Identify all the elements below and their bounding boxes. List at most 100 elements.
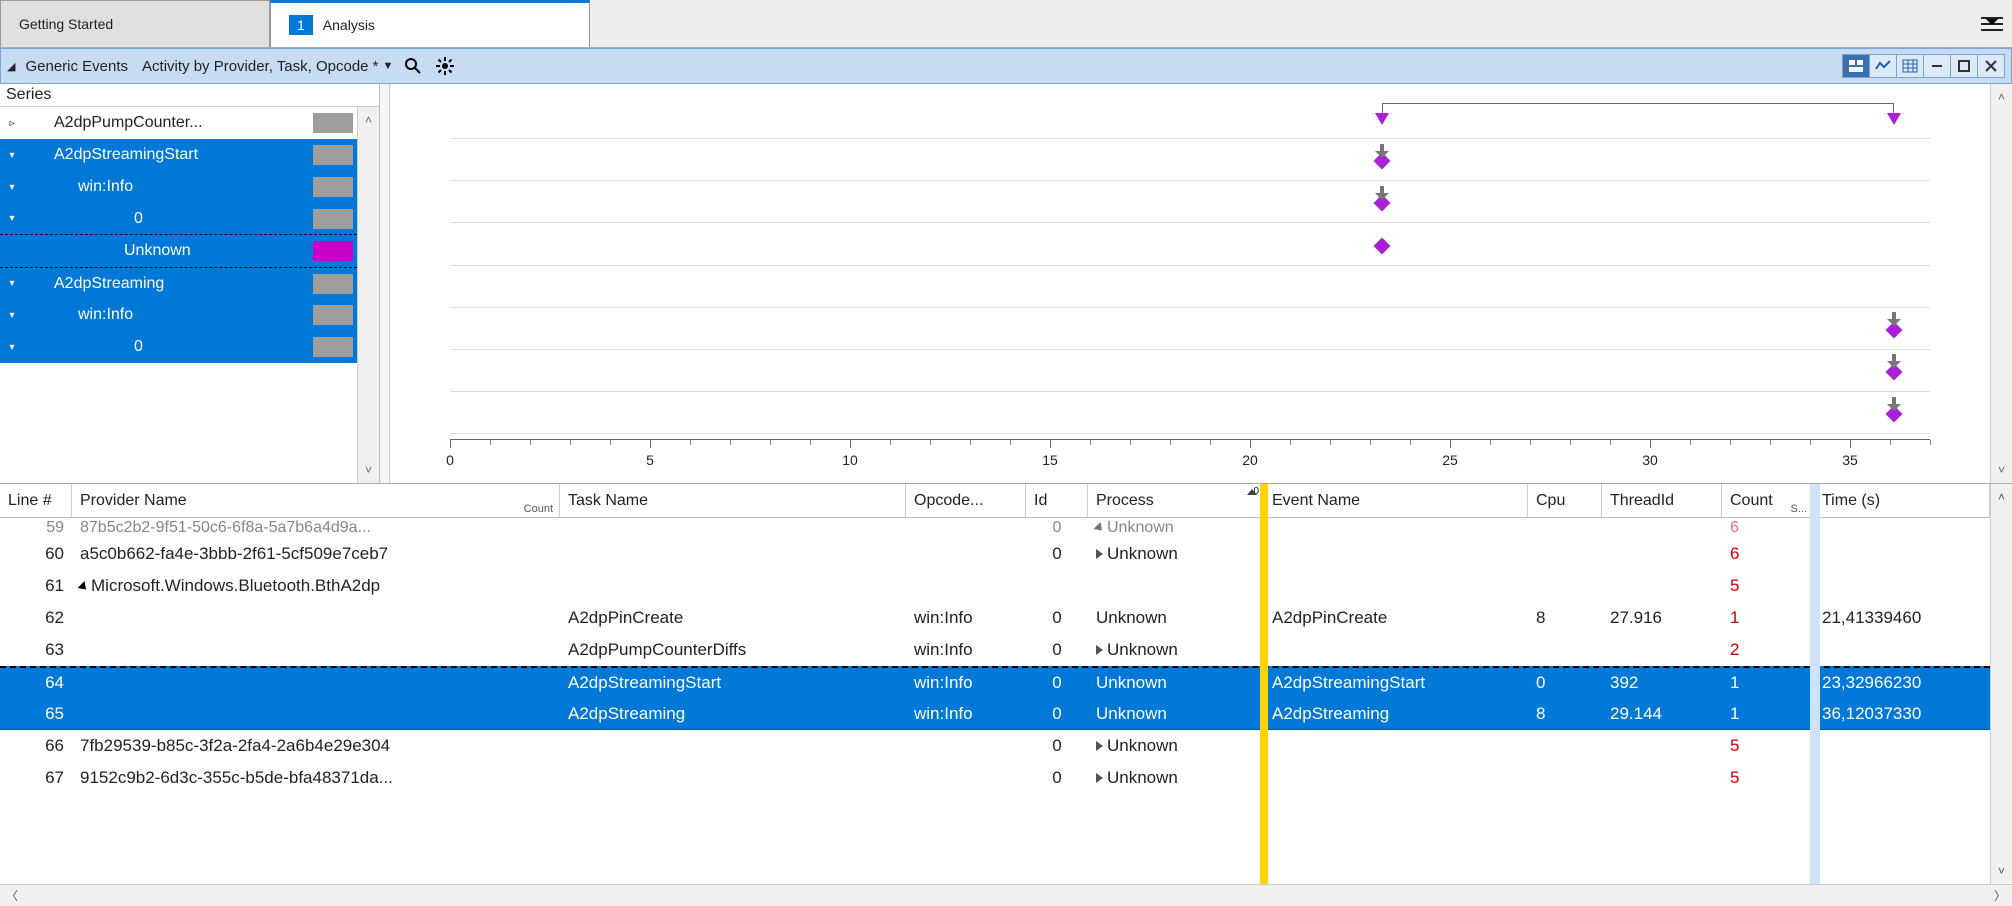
overflow-menu-icon[interactable] bbox=[1972, 0, 2012, 47]
table-row[interactable]: 679152c9b2-6d3c-355c-b5de-bfa48371da...0… bbox=[0, 762, 1990, 794]
x-tick-label: 0 bbox=[446, 452, 454, 468]
table-row[interactable]: 667fb29539-b85c-3f2a-2fa4-2a6b4e29e3040U… bbox=[0, 730, 1990, 762]
col-cpu[interactable]: Cpu bbox=[1528, 484, 1602, 517]
col-time[interactable]: Time (s) bbox=[1814, 484, 1990, 517]
col-task-name[interactable]: Task Name bbox=[560, 484, 906, 517]
expand-toggle-icon[interactable] bbox=[77, 581, 89, 593]
expand-toggle-icon[interactable] bbox=[1096, 741, 1103, 751]
gear-icon[interactable] bbox=[433, 54, 457, 78]
expand-toggle-icon[interactable]: ▾ bbox=[0, 278, 24, 289]
maximize-button[interactable] bbox=[1950, 54, 1978, 78]
collapse-toggle-icon[interactable]: ◢ bbox=[7, 60, 15, 73]
legend-row[interactable]: ▾0 bbox=[0, 331, 357, 363]
table-row[interactable]: 5987b5c2b2-9f51-50c6-6f8a-5a7b6a4d9a...0… bbox=[0, 518, 1990, 538]
cell-id: 0 bbox=[1026, 518, 1088, 538]
close-button[interactable] bbox=[1977, 54, 2005, 78]
col-event-name[interactable]: Event Name bbox=[1264, 484, 1528, 517]
legend-label: A2dpStreaming bbox=[24, 275, 313, 293]
table-row[interactable]: 64A2dpStreamingStartwin:Info0UnknownA2dp… bbox=[0, 666, 1990, 698]
cell-task: A2dpPinCreate bbox=[560, 606, 906, 630]
scroll-up-icon[interactable]: ˄ bbox=[1998, 490, 2005, 504]
legend-row[interactable]: ▹A2dpPumpCounter... bbox=[0, 107, 357, 139]
expand-toggle-icon[interactable]: ▾ bbox=[0, 182, 24, 193]
color-swatch bbox=[313, 145, 353, 165]
expand-toggle-icon[interactable]: ▾ bbox=[0, 310, 24, 321]
cell-count: 1 bbox=[1722, 702, 1814, 726]
table-row[interactable]: 61Microsoft.Windows.Bluetooth.BthA2dp5 bbox=[0, 570, 1990, 602]
cell-count: 5 bbox=[1722, 574, 1814, 598]
legend-row[interactable]: ▾A2dpStreaming bbox=[0, 267, 357, 299]
cell-id: 0 bbox=[1026, 638, 1088, 662]
scroll-down-icon[interactable]: ˅ bbox=[1998, 463, 2005, 477]
freeze-divider-gold[interactable] bbox=[1260, 484, 1268, 884]
expand-toggle-icon[interactable] bbox=[1096, 549, 1103, 559]
grid-body[interactable]: 5987b5c2b2-9f51-50c6-6f8a-5a7b6a4d9a...0… bbox=[0, 518, 1990, 794]
x-tick-label: 5 bbox=[646, 452, 654, 468]
expand-toggle-icon[interactable] bbox=[1093, 522, 1105, 534]
col-id[interactable]: Id bbox=[1026, 484, 1088, 517]
cell-task bbox=[560, 552, 906, 556]
timeline-chart[interactable]: 05101520253035 bbox=[390, 84, 1990, 483]
data-grid: Line # Provider NameCount Task Name Opco… bbox=[0, 484, 2012, 906]
cell-provider bbox=[72, 712, 560, 716]
col-line[interactable]: Line # bbox=[0, 484, 72, 517]
cell-opcode: win:Info bbox=[906, 702, 1026, 726]
tab-getting-started[interactable]: Getting Started bbox=[0, 0, 270, 47]
expand-toggle-icon[interactable]: ▾ bbox=[0, 150, 24, 161]
legend-row[interactable]: Unknown bbox=[0, 235, 357, 267]
scroll-down-icon[interactable]: ˅ bbox=[1998, 864, 2005, 878]
col-count[interactable]: CountS... bbox=[1722, 484, 1814, 517]
col-provider-name[interactable]: Provider NameCount bbox=[72, 484, 560, 517]
x-tick-label: 30 bbox=[1642, 452, 1658, 468]
cell-event bbox=[1264, 552, 1528, 556]
col-opcode[interactable]: Opcode... bbox=[906, 484, 1026, 517]
cell-time bbox=[1814, 526, 1990, 530]
scroll-right-icon[interactable]: 〉 bbox=[1994, 887, 2006, 904]
legend-row[interactable]: ▾0 bbox=[0, 203, 357, 235]
vertical-splitter[interactable] bbox=[380, 84, 390, 483]
legend-row[interactable]: ▾win:Info bbox=[0, 299, 357, 331]
table-row[interactable]: 65A2dpStreamingwin:Info0UnknownA2dpStrea… bbox=[0, 698, 1990, 730]
scroll-left-icon[interactable]: 〈 bbox=[6, 887, 18, 904]
expand-toggle-icon[interactable]: ▹ bbox=[0, 118, 24, 129]
expand-toggle-icon[interactable]: ▾ bbox=[0, 213, 24, 224]
legend-scrollbar[interactable]: ˄ ˅ bbox=[357, 107, 379, 483]
cell-process: Unknown bbox=[1088, 638, 1264, 663]
legend-row[interactable]: ▾A2dpStreamingStart bbox=[0, 139, 357, 171]
minimize-button[interactable] bbox=[1923, 54, 1951, 78]
scroll-down-icon[interactable]: ˅ bbox=[365, 463, 372, 477]
cell-line: 60 bbox=[0, 542, 72, 566]
col-process[interactable]: Process0 bbox=[1088, 484, 1264, 517]
expand-toggle-icon[interactable] bbox=[1096, 773, 1103, 783]
expand-toggle-icon[interactable]: ▾ bbox=[0, 342, 24, 353]
legend-row[interactable]: ▾win:Info bbox=[0, 171, 357, 203]
grid-vertical-scrollbar[interactable]: ˄ ˅ bbox=[1990, 484, 2012, 884]
upper-split: Series ▹A2dpPumpCounter...▾A2dpStreaming… bbox=[0, 84, 2012, 484]
table-row[interactable]: 63A2dpPumpCounterDiffswin:Info0Unknown2 bbox=[0, 634, 1990, 666]
cell-task bbox=[560, 584, 906, 588]
legend-list[interactable]: ▹A2dpPumpCounter...▾A2dpStreamingStart▾w… bbox=[0, 107, 357, 483]
cell-cpu bbox=[1528, 776, 1602, 780]
x-tick-label: 20 bbox=[1242, 452, 1258, 468]
table-row[interactable]: 60a5c0b662-fa4e-3bbb-2f61-5cf509e7ceb70U… bbox=[0, 538, 1990, 570]
expand-toggle-icon[interactable] bbox=[1096, 645, 1103, 655]
freeze-divider-blue[interactable] bbox=[1810, 484, 1820, 884]
view-table-and-chart-button[interactable] bbox=[1842, 54, 1870, 78]
grid-horizontal-scrollbar[interactable]: 〈 〉 bbox=[0, 884, 2012, 906]
cell-provider: 87b5c2b2-9f51-50c6-6f8a-5a7b6a4d9a... bbox=[72, 518, 560, 538]
cell-task bbox=[560, 744, 906, 748]
table-row[interactable]: 62A2dpPinCreatewin:Info0UnknownA2dpPinCr… bbox=[0, 602, 1990, 634]
cell-id: 0 bbox=[1026, 606, 1088, 630]
col-thread-id[interactable]: ThreadId bbox=[1602, 484, 1722, 517]
view-table-only-button[interactable] bbox=[1896, 54, 1924, 78]
preset-dropdown[interactable]: Activity by Provider, Task, Opcode * ▼ bbox=[142, 58, 393, 75]
chart-scrollbar[interactable]: ˄ ˅ bbox=[1990, 84, 2012, 483]
tab-analysis[interactable]: 1 Analysis bbox=[270, 0, 590, 47]
cell-event bbox=[1264, 526, 1528, 530]
scroll-up-icon[interactable]: ˄ bbox=[365, 113, 372, 127]
search-icon[interactable] bbox=[401, 54, 425, 78]
cell-cpu bbox=[1528, 526, 1602, 530]
cell-opcode: win:Info bbox=[906, 638, 1026, 662]
view-chart-only-button[interactable] bbox=[1869, 54, 1897, 78]
scroll-up-icon[interactable]: ˄ bbox=[1998, 90, 2005, 104]
